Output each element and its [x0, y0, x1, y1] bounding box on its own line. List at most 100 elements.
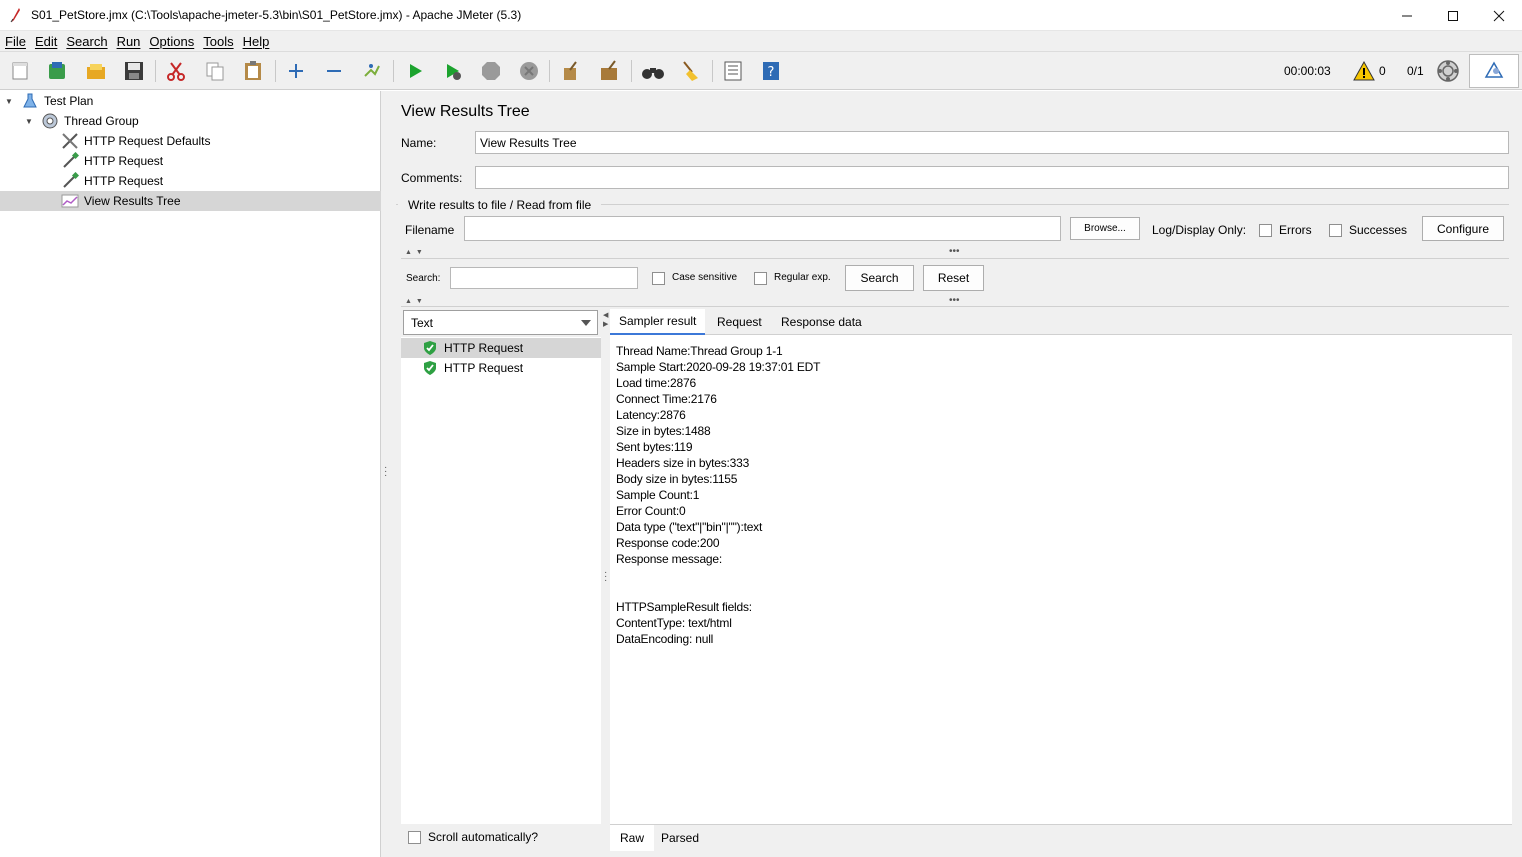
- svg-text:?: ?: [768, 65, 775, 80]
- collapse-button[interactable]: [321, 58, 347, 84]
- renderer-select[interactable]: Text: [403, 310, 598, 335]
- filename-label: Filename: [405, 223, 455, 237]
- close-button[interactable]: [1476, 0, 1522, 31]
- search-button[interactable]: [640, 58, 666, 84]
- menu-run[interactable]: Run: [117, 34, 141, 49]
- main-splitter[interactable]: · · ·: [381, 91, 391, 857]
- comments-field[interactable]: [475, 166, 1509, 189]
- configure-button[interactable]: Configure: [1422, 216, 1504, 241]
- listener-panel: View Results Tree Name: View Results Tre…: [391, 91, 1522, 857]
- split-arrows-icon[interactable]: ▲▼: [405, 298, 427, 305]
- collapse-arrow-icon[interactable]: ▼: [24, 116, 34, 126]
- tree-item-test-plan[interactable]: ▼ Test Plan: [0, 91, 381, 111]
- detail-tabs: Sampler result Request Response data: [610, 309, 1512, 335]
- splitter-grip-icon: · · ·: [384, 462, 388, 481]
- successes-checkbox[interactable]: [1329, 224, 1342, 237]
- pipette-icon: [61, 172, 79, 190]
- maximize-button[interactable]: [1430, 0, 1476, 31]
- warning-icon[interactable]: [1353, 61, 1375, 81]
- tab-parsed[interactable]: Parsed: [651, 825, 709, 851]
- result-item[interactable]: HTTP Request: [401, 338, 601, 358]
- paste-button[interactable]: [240, 58, 266, 84]
- tree-item-thread-group[interactable]: ▼ Thread Group: [0, 111, 381, 131]
- result-label: HTTP Request: [444, 341, 524, 355]
- tree-item-view-results-tree[interactable]: View Results Tree: [0, 191, 381, 211]
- reset-search-button[interactable]: [678, 58, 704, 84]
- success-shield-icon: [424, 361, 436, 375]
- cut-button[interactable]: [163, 58, 189, 84]
- search-button[interactable]: Search: [845, 265, 914, 291]
- menu-file[interactable]: File: [5, 34, 26, 49]
- toggle-icon: [364, 64, 380, 77]
- toggle-button[interactable]: [359, 58, 385, 84]
- active-threads: 0/1: [1407, 64, 1424, 78]
- stop-button[interactable]: [478, 58, 504, 84]
- successes-label: Successes: [1349, 223, 1408, 237]
- menu-edit[interactable]: Edit: [35, 34, 57, 49]
- list-icon: [724, 61, 742, 81]
- search-field[interactable]: [450, 267, 638, 289]
- menu-help[interactable]: Help: [243, 34, 270, 49]
- cut-icon: [167, 62, 185, 81]
- minimize-button[interactable]: [1384, 0, 1430, 31]
- errors-checkbox[interactable]: [1259, 224, 1272, 237]
- open-button[interactable]: [83, 58, 109, 84]
- detail-line: HTTPSampleResult fields:: [616, 600, 752, 614]
- menu-search[interactable]: Search: [66, 34, 107, 49]
- scroll-automatically-label: Scroll automatically?: [428, 830, 539, 844]
- case-sensitive-checkbox[interactable]: [652, 272, 665, 285]
- clear-all-button[interactable]: [596, 58, 622, 84]
- templates-button[interactable]: [44, 58, 70, 84]
- menu-tools[interactable]: Tools: [203, 34, 233, 49]
- tree-item-http-request-defaults[interactable]: HTTP Request Defaults: [0, 131, 381, 151]
- test-plan-tree: ▼ Test Plan ▼ Thread Group HTTP Request …: [0, 91, 381, 857]
- collapse-arrow-icon[interactable]: ▼: [4, 96, 14, 106]
- minimize-icon: [1402, 15, 1412, 16]
- name-field[interactable]: View Results Tree: [475, 131, 1509, 154]
- browse-button[interactable]: Browse...: [1070, 217, 1140, 240]
- tab-raw[interactable]: Raw: [610, 825, 655, 851]
- plus-icon: [289, 64, 303, 78]
- minus-icon: [327, 70, 341, 72]
- view-mode-tabs: Raw Parsed: [610, 824, 1512, 851]
- filename-field[interactable]: [464, 216, 1061, 241]
- menu-options[interactable]: Options: [149, 34, 194, 49]
- detail-line: Sample Count:1: [616, 488, 700, 502]
- save-button[interactable]: [121, 58, 147, 84]
- tab-sampler-result[interactable]: Sampler result: [610, 309, 706, 335]
- detail-line: DataEncoding: null: [616, 632, 714, 646]
- result-item[interactable]: HTTP Request: [401, 358, 601, 378]
- tree-item-label: Test Plan: [44, 94, 94, 108]
- look-and-feel-button[interactable]: [1469, 54, 1519, 88]
- splitter-grip-icon[interactable]: •••: [949, 296, 960, 306]
- detail-line: [616, 567, 1506, 583]
- gear-icon: [41, 112, 59, 130]
- results-splitter[interactable]: ◀ ▶ · · ·: [601, 309, 610, 857]
- detail-line: Size in bytes:1488: [616, 424, 711, 438]
- splitter-grip-icon: · · ·: [604, 567, 608, 586]
- split-arrows-icon[interactable]: ▲▼: [405, 249, 427, 256]
- tree-item-label: Thread Group: [64, 114, 139, 128]
- remote-engines-icon[interactable]: [1436, 59, 1460, 83]
- tab-request[interactable]: Request: [708, 309, 771, 335]
- tree-item-http-request[interactable]: HTTP Request: [0, 151, 381, 171]
- expand-button[interactable]: [283, 58, 309, 84]
- help-button[interactable]: ?: [758, 58, 784, 84]
- clear-button[interactable]: [558, 58, 584, 84]
- tree-item-http-request[interactable]: HTTP Request: [0, 171, 381, 191]
- start-no-pauses-button[interactable]: [440, 58, 466, 84]
- name-label: Name:: [401, 136, 437, 150]
- shutdown-button[interactable]: [516, 58, 542, 84]
- reset-button[interactable]: Reset: [923, 265, 984, 291]
- regular-exp-checkbox[interactable]: [754, 272, 767, 285]
- start-button[interactable]: [402, 58, 428, 84]
- tab-response-data[interactable]: Response data: [772, 309, 871, 335]
- new-button[interactable]: [7, 58, 33, 84]
- tree-item-label: View Results Tree: [84, 194, 181, 208]
- function-helper-button[interactable]: [720, 58, 746, 84]
- scroll-automatically-checkbox[interactable]: [408, 831, 421, 844]
- copy-button[interactable]: [202, 58, 228, 84]
- detail-line: Response code:200: [616, 536, 720, 550]
- splitter-grip-icon[interactable]: •••: [949, 247, 960, 257]
- comments-label: Comments:: [401, 171, 463, 185]
